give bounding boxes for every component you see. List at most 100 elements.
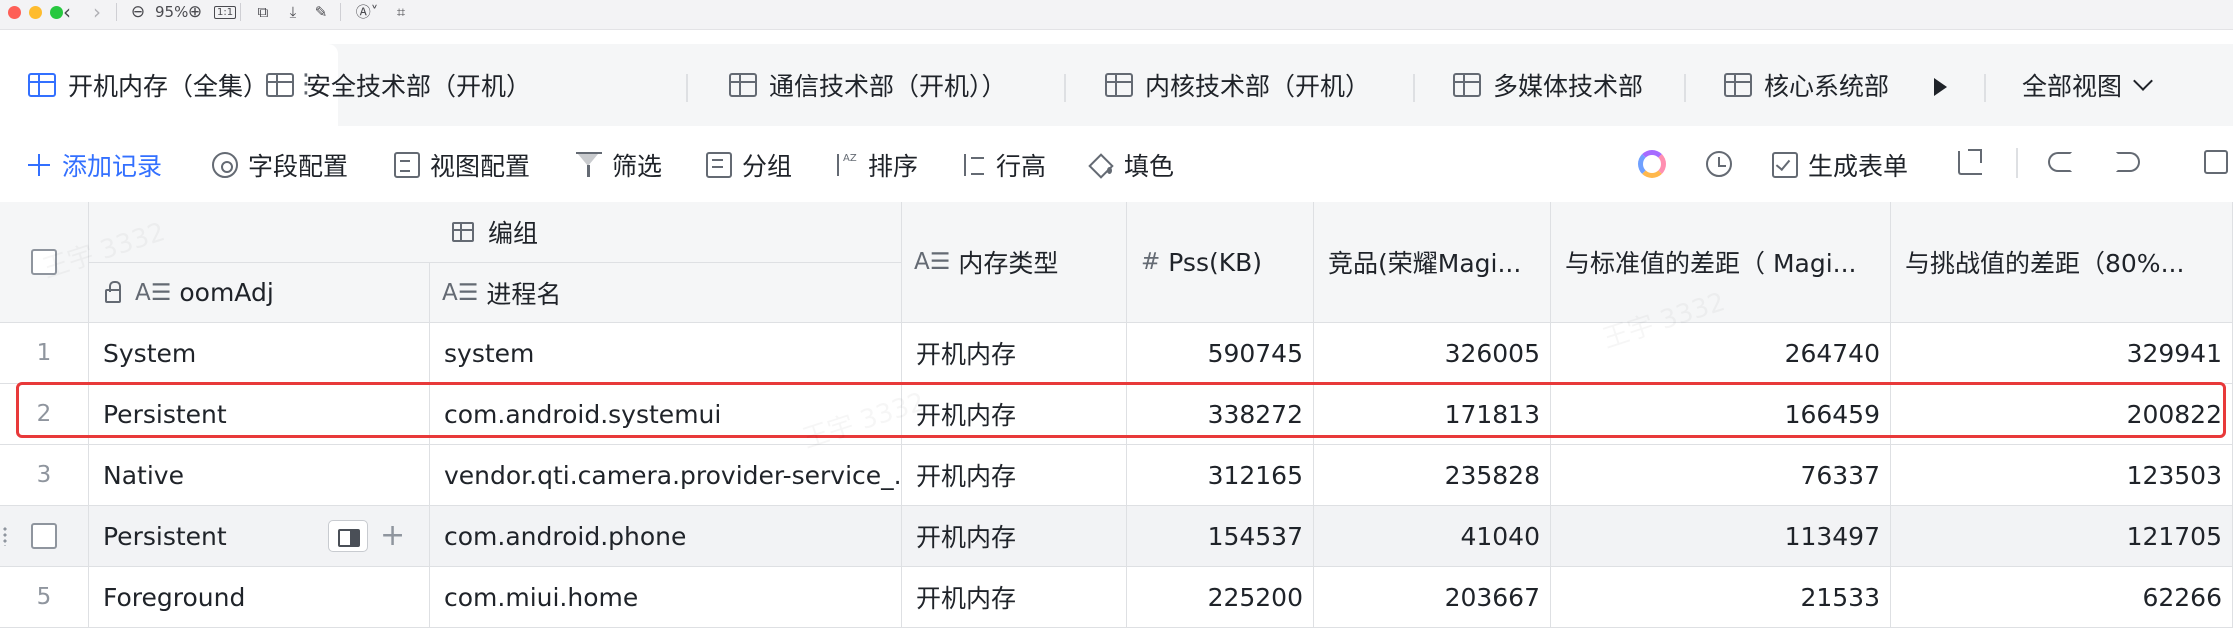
view-tabs: 开机内存（全集） ⋮ 安全技术部（开机） 通信技术部（开机）） 内核技术部（开机… — [0, 44, 2233, 126]
row-height-button[interactable]: 行高 — [960, 148, 1046, 182]
scroll-tabs-right-icon[interactable] — [1934, 78, 1947, 96]
zoom-in-icon[interactable]: ⊕ — [185, 0, 205, 24]
paint-bucket-icon — [1088, 152, 1114, 178]
grid-view-icon — [1105, 73, 1133, 97]
cell-pss[interactable]: 154537 — [1127, 506, 1314, 567]
sort-button[interactable]: 排序 — [832, 148, 918, 182]
cell-diff-challenge[interactable]: 121705 — [1891, 506, 2233, 567]
cell-mem-type[interactable]: 开机内存 — [902, 384, 1127, 445]
cell-competitor[interactable]: 41040 — [1314, 506, 1551, 567]
cell-process[interactable]: vendor.qti.camera.provider-service_... — [430, 445, 902, 506]
cell-competitor[interactable]: 235828 — [1314, 445, 1551, 506]
forward-arrow-icon[interactable]: › — [88, 0, 106, 24]
cell-diff-standard[interactable]: 264740 — [1551, 323, 1891, 384]
cell-diff-standard[interactable]: 113497 — [1551, 506, 1891, 567]
cell-diff-challenge[interactable]: 200822 — [1891, 384, 2233, 445]
column-header-pss[interactable]: # Pss(KB) — [1127, 202, 1314, 323]
column-header-diff-challenge[interactable]: 与挑战值的差距（80%... — [1891, 202, 2233, 323]
cell-competitor[interactable]: 326005 — [1314, 323, 1551, 384]
markup-icon[interactable]: Ⓐ˅ — [354, 0, 380, 24]
all-views-dropdown[interactable]: 全部视图 — [2022, 62, 2153, 108]
row-checkbox[interactable] — [31, 523, 57, 549]
cell-pss[interactable]: 225200 — [1127, 567, 1314, 628]
insert-row-plus-icon[interactable]: + — [380, 521, 405, 551]
cell-mem-type[interactable]: 开机内存 — [902, 445, 1127, 506]
cell-oomadj[interactable]: Foreground — [89, 567, 430, 628]
cell-diff-challenge[interactable]: 123503 — [1891, 445, 2233, 506]
undo-icon[interactable] — [2048, 152, 2072, 172]
cell-mem-type[interactable]: 开机内存 — [902, 567, 1127, 628]
generate-form-label: 生成表单 — [1808, 152, 1909, 181]
history-icon[interactable] — [1706, 151, 1732, 177]
search-icon[interactable] — [2204, 150, 2228, 174]
cell-oomadj-value: Persistent — [103, 521, 227, 551]
tab-label: 核心系统部 — [1764, 72, 1890, 101]
rotate-icon[interactable]: ⧉ — [254, 0, 272, 24]
cell-diff-standard[interactable]: 21533 — [1551, 567, 1891, 628]
lock-icon — [105, 280, 121, 303]
share-icon[interactable] — [1958, 149, 1982, 175]
cell-oomadj[interactable]: Native — [89, 445, 430, 506]
tab-core-system[interactable]: 核心系统部 — [1724, 62, 1904, 108]
cell-diff-standard[interactable]: 166459 — [1551, 384, 1891, 445]
tab-communication[interactable]: 通信技术部（开机）） — [729, 62, 1007, 108]
scan-icon[interactable]: ⌗ — [392, 0, 410, 24]
view-config-button[interactable]: 视图配置 — [394, 148, 530, 182]
cell-diff-standard[interactable]: 76337 — [1551, 445, 1891, 506]
group-header[interactable]: 编组 — [89, 202, 902, 263]
column-header-oomadj[interactable]: A☰ oomAdj — [89, 263, 430, 323]
cell-mem-type[interactable]: 开机内存 — [902, 323, 1127, 384]
cell-process[interactable]: com.miui.home — [430, 567, 902, 628]
cell-process[interactable]: system — [430, 323, 902, 384]
zoom-out-icon[interactable]: ⊖ — [128, 0, 148, 24]
expand-record-button[interactable] — [328, 520, 368, 552]
cell-competitor[interactable]: 203667 — [1314, 567, 1551, 628]
action-toolbar: 添加记录 字段配置 视图配置 筛选 分组 排序 行高 填色 生成表单 — [0, 126, 2233, 202]
cell-competitor[interactable]: 171813 — [1314, 384, 1551, 445]
divider — [1413, 74, 1415, 102]
cell-pss[interactable]: 312165 — [1127, 445, 1314, 506]
row-height-label: 行高 — [996, 152, 1047, 181]
actual-size-button[interactable]: 1:1 — [214, 6, 237, 19]
zoom-level: 95% — [155, 3, 189, 21]
column-label: Pss(KB) — [1168, 247, 1263, 277]
tab-security[interactable]: 安全技术部（开机） — [266, 62, 531, 108]
cell-process[interactable]: com.android.phone — [430, 506, 902, 567]
column-header-competitor[interactable]: 竞品(荣耀Magi... — [1314, 202, 1551, 323]
field-config-button[interactable]: 字段配置 — [212, 148, 348, 182]
generate-form-button[interactable]: 生成表单 — [1772, 148, 1908, 182]
add-record-button[interactable]: 添加记录 — [26, 148, 162, 182]
tab-label: 内核技术部（开机） — [1145, 72, 1371, 101]
row-actions: + — [328, 520, 405, 552]
redo-icon[interactable] — [2116, 152, 2140, 172]
column-header-process[interactable]: A☰ 进程名 — [430, 263, 902, 323]
group-button[interactable]: 分组 — [706, 148, 792, 182]
tab-kernel[interactable]: 内核技术部（开机） — [1105, 62, 1370, 108]
close-window-button[interactable] — [8, 6, 21, 19]
filter-button[interactable]: 筛选 — [576, 148, 662, 182]
minimize-window-button[interactable] — [29, 6, 42, 19]
grid-view-icon — [729, 73, 757, 97]
select-all-checkbox[interactable] — [31, 249, 57, 275]
cell-diff-challenge[interactable]: 62266 — [1891, 567, 2233, 628]
column-header-mem-type[interactable]: A☰ 内存类型 — [902, 202, 1127, 323]
cell-diff-challenge[interactable]: 329941 — [1891, 323, 2233, 384]
tab-multimedia[interactable]: 多媒体技术部 — [1453, 62, 1643, 108]
sort-label: 排序 — [868, 152, 919, 181]
cell-mem-type[interactable]: 开机内存 — [902, 506, 1127, 567]
cell-oomadj[interactable]: Persistent — [89, 384, 430, 445]
cell-oomadj[interactable]: System — [89, 323, 430, 384]
fill-color-button[interactable]: 填色 — [1088, 148, 1174, 182]
cell-pss[interactable]: 590745 — [1127, 323, 1314, 384]
tab-label: 多媒体技术部 — [1493, 72, 1644, 101]
tab-label: 通信技术部（开机）） — [769, 72, 1007, 101]
column-header-diff-standard[interactable]: 与标准值的差距（ Magi... — [1551, 202, 1891, 323]
pen-icon[interactable]: ✎ — [312, 0, 330, 24]
cell-process[interactable]: com.android.systemui — [430, 384, 902, 445]
cell-pss[interactable]: 338272 — [1127, 384, 1314, 445]
back-arrow-icon[interactable]: ‹ — [58, 0, 76, 24]
ai-assistant-icon[interactable] — [1638, 150, 1666, 178]
grid-view-icon — [266, 73, 294, 97]
download-icon[interactable]: ⤓ — [284, 0, 302, 24]
drag-handle-icon[interactable] — [2, 526, 8, 546]
